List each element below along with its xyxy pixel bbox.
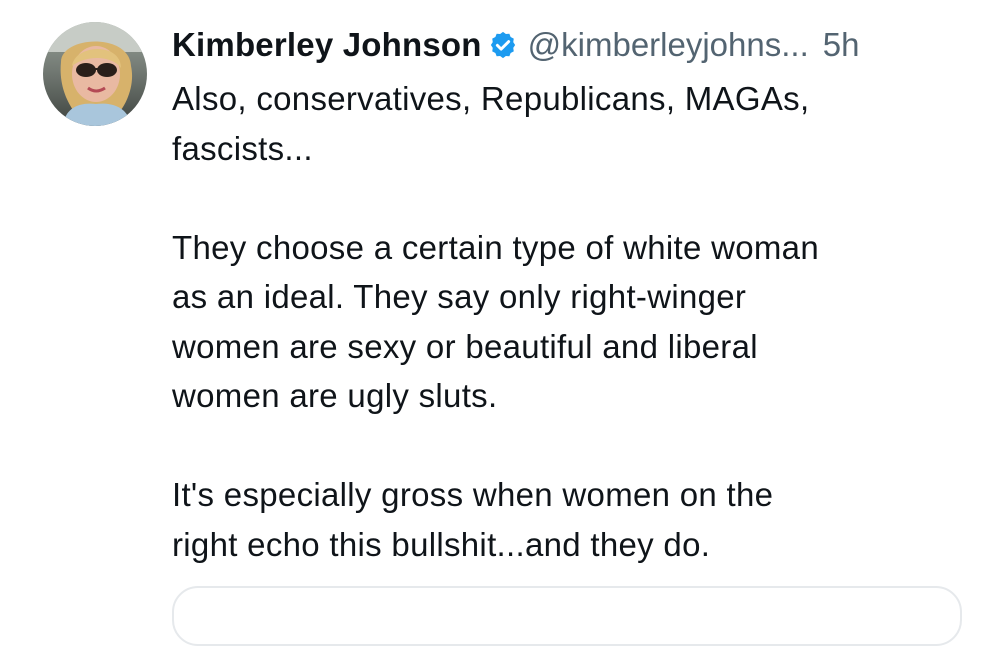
post-header: Kimberley Johnson @kimberleyjohns... 5h [172, 22, 982, 68]
text-line: They choose a certain type of white woma… [172, 228, 819, 266]
text-line: right echo this bullshit...and they do. [172, 525, 711, 563]
author-handle[interactable]: @kimberleyjohns... [528, 26, 809, 64]
avatar[interactable] [43, 22, 147, 126]
text-line: fascists... [172, 129, 313, 167]
text-line: Also, conservatives, Republicans, MAGAs, [172, 80, 810, 117]
post: Kimberley Johnson @kimberleyjohns... 5h … [0, 0, 1000, 646]
text-line: women are ugly sluts. [172, 377, 498, 414]
avatar-image [43, 22, 147, 126]
text-line: It's especially gross when women on the [172, 476, 774, 513]
post-text: Also, conservatives, Republicans, MAGAs,… [172, 74, 982, 569]
embedded-card[interactable] [172, 586, 962, 646]
post-content: Kimberley Johnson @kimberleyjohns... 5h … [172, 22, 982, 569]
paragraph: It's especially gross when women on the … [172, 470, 982, 569]
post-timestamp[interactable]: 5h [823, 26, 860, 64]
text-line: women are sexy or beautiful and liberal [172, 327, 758, 365]
author-name[interactable]: Kimberley Johnson [172, 26, 482, 64]
text-line: as an ideal. They say only right-winger [172, 278, 747, 315]
paragraph: Also, conservatives, Republicans, MAGAs,… [172, 74, 982, 173]
paragraph: They choose a certain type of white woma… [172, 223, 982, 421]
verified-badge-icon [488, 30, 518, 60]
